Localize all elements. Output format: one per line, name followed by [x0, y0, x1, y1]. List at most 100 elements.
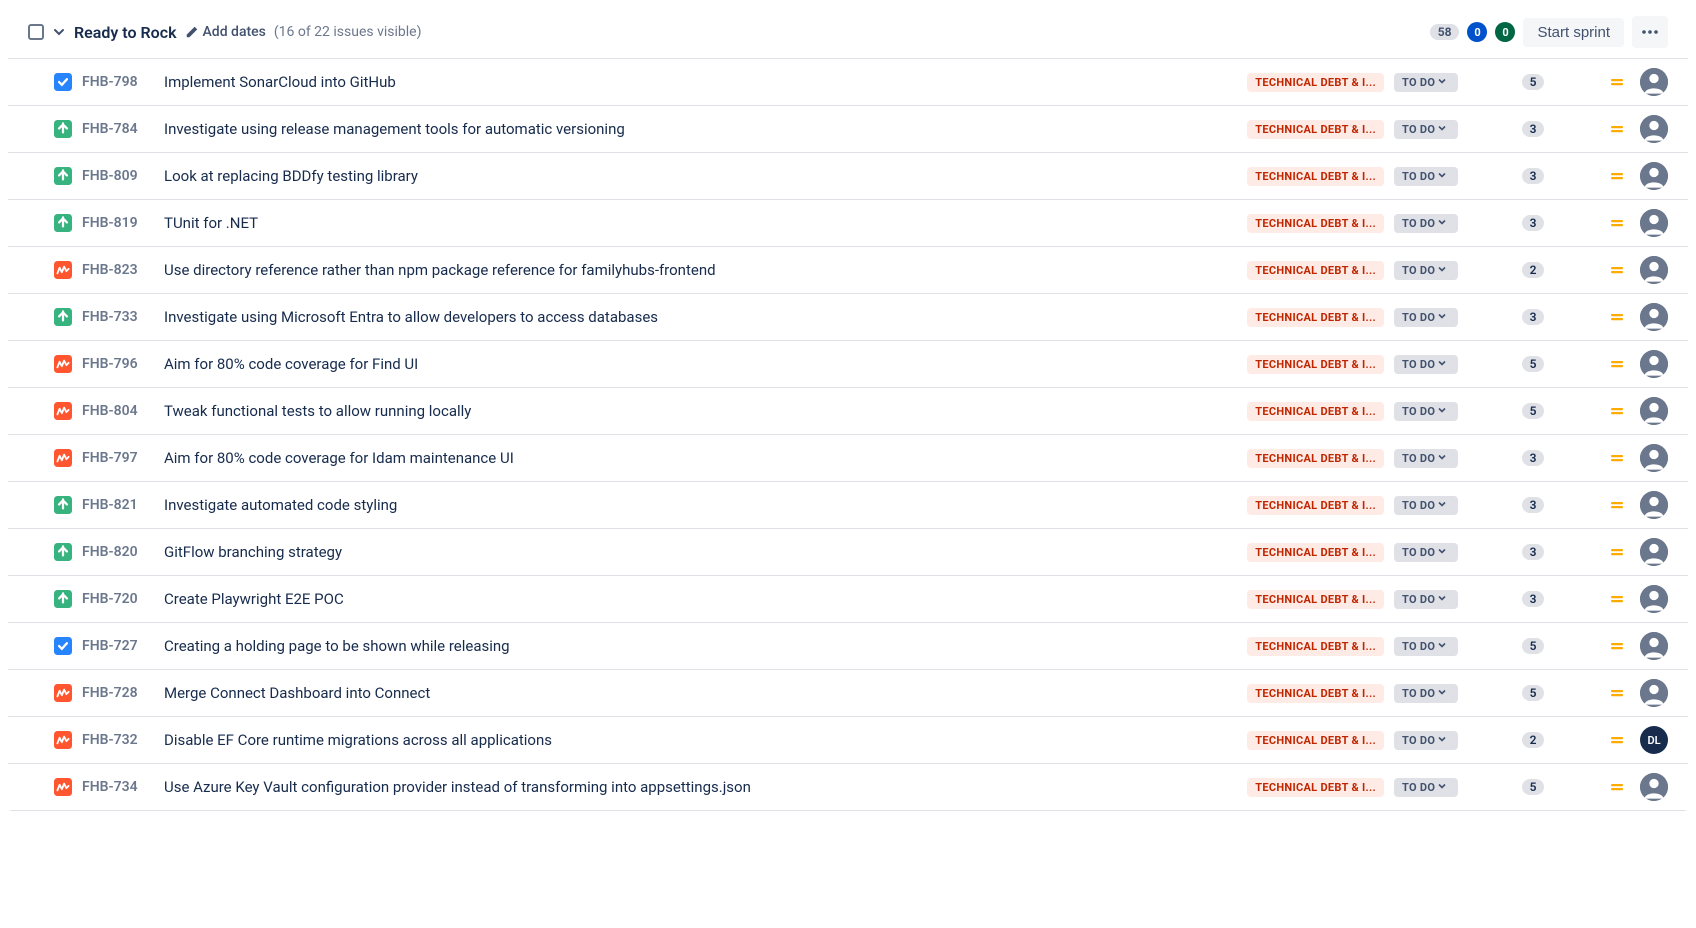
start-sprint-button[interactable]: Start sprint: [1523, 18, 1624, 47]
status-dropdown[interactable]: TO DO: [1394, 120, 1458, 139]
more-actions-button[interactable]: [1632, 16, 1668, 48]
epic-badge[interactable]: TECHNICAL DEBT & I...: [1247, 261, 1384, 280]
issue-summary[interactable]: Investigate using Microsoft Entra to all…: [160, 308, 1237, 326]
issue-row[interactable]: FHB-797 Aim for 80% code coverage for Ida…: [8, 435, 1688, 482]
epic-badge[interactable]: TECHNICAL DEBT & I...: [1247, 308, 1384, 327]
assignee-avatar-unassigned[interactable]: [1640, 209, 1668, 237]
select-all-checkbox[interactable]: [28, 24, 44, 40]
issue-key[interactable]: FHB-820: [82, 544, 150, 560]
issue-key[interactable]: FHB-732: [82, 732, 150, 748]
issue-summary[interactable]: Use Azure Key Vault configuration provid…: [160, 778, 1237, 796]
status-dropdown[interactable]: TO DO: [1394, 214, 1458, 233]
assignee-avatar-unassigned[interactable]: [1640, 350, 1668, 378]
assignee-avatar-unassigned[interactable]: [1640, 773, 1668, 801]
status-dropdown[interactable]: TO DO: [1394, 308, 1458, 327]
status-dropdown[interactable]: TO DO: [1394, 449, 1458, 468]
issue-row[interactable]: FHB-720 Create Playwright E2E POC TECHNICA…: [8, 576, 1688, 623]
add-dates-button[interactable]: Add dates: [185, 24, 266, 40]
issue-key[interactable]: FHB-734: [82, 779, 150, 795]
issue-key[interactable]: FHB-797: [82, 450, 150, 466]
issue-row[interactable]: FHB-784 Investigate using release managem…: [8, 106, 1688, 153]
issue-summary[interactable]: Merge Connect Dashboard into Connect: [160, 684, 1237, 702]
status-dropdown[interactable]: TO DO: [1394, 355, 1458, 374]
issue-summary[interactable]: TUnit for .NET: [160, 214, 1237, 232]
assignee-avatar[interactable]: DL: [1640, 726, 1668, 754]
epic-badge[interactable]: TECHNICAL DEBT & I...: [1247, 214, 1384, 233]
epic-badge[interactable]: TECHNICAL DEBT & I...: [1247, 402, 1384, 421]
assignee-avatar-unassigned[interactable]: [1640, 491, 1668, 519]
sprint-title[interactable]: Ready to Rock: [74, 23, 177, 42]
epic-badge[interactable]: TECHNICAL DEBT & I...: [1247, 496, 1384, 515]
issue-summary[interactable]: Investigate automated code styling: [160, 496, 1237, 514]
status-dropdown[interactable]: TO DO: [1394, 496, 1458, 515]
issue-key[interactable]: FHB-720: [82, 591, 150, 607]
issue-summary[interactable]: Investigate using release management too…: [160, 120, 1237, 138]
issue-summary[interactable]: Tweak functional tests to allow running …: [160, 402, 1237, 420]
issue-row[interactable]: FHB-732 Disable EF Core runtime migration…: [8, 717, 1688, 764]
assignee-avatar-unassigned[interactable]: [1640, 68, 1668, 96]
status-dropdown[interactable]: TO DO: [1394, 402, 1458, 421]
collapse-toggle[interactable]: [52, 25, 66, 39]
issue-key[interactable]: FHB-796: [82, 356, 150, 372]
issue-row[interactable]: FHB-823 Use directory reference rather th…: [8, 247, 1688, 294]
epic-badge[interactable]: TECHNICAL DEBT & I...: [1247, 73, 1384, 92]
assignee-avatar-unassigned[interactable]: [1640, 538, 1668, 566]
assignee-avatar-unassigned[interactable]: [1640, 585, 1668, 613]
issue-row[interactable]: FHB-821 Investigate automated code stylin…: [8, 482, 1688, 529]
issue-key[interactable]: FHB-823: [82, 262, 150, 278]
epic-badge[interactable]: TECHNICAL DEBT & I...: [1247, 590, 1384, 609]
issue-key[interactable]: FHB-809: [82, 168, 150, 184]
issue-row[interactable]: FHB-727 Creating a holding page to be sho…: [8, 623, 1688, 670]
issue-row[interactable]: FHB-728 Merge Connect Dashboard into Conn…: [8, 670, 1688, 717]
issue-row[interactable]: FHB-809 Look at replacing BDDfy testing l…: [8, 153, 1688, 200]
epic-badge[interactable]: TECHNICAL DEBT & I...: [1247, 120, 1384, 139]
status-dropdown[interactable]: TO DO: [1394, 167, 1458, 186]
issue-summary[interactable]: Aim for 80% code coverage for Find UI: [160, 355, 1237, 373]
issue-key[interactable]: FHB-727: [82, 638, 150, 654]
issue-summary[interactable]: Look at replacing BDDfy testing library: [160, 167, 1237, 185]
issue-key[interactable]: FHB-804: [82, 403, 150, 419]
issue-summary[interactable]: Create Playwright E2E POC: [160, 590, 1237, 608]
epic-badge[interactable]: TECHNICAL DEBT & I...: [1247, 637, 1384, 656]
status-dropdown[interactable]: TO DO: [1394, 261, 1458, 280]
issue-key[interactable]: FHB-728: [82, 685, 150, 701]
status-dropdown[interactable]: TO DO: [1394, 731, 1458, 750]
assignee-avatar-unassigned[interactable]: [1640, 256, 1668, 284]
status-dropdown[interactable]: TO DO: [1394, 637, 1458, 656]
epic-badge[interactable]: TECHNICAL DEBT & I...: [1247, 167, 1384, 186]
assignee-avatar-unassigned[interactable]: [1640, 632, 1668, 660]
assignee-avatar-unassigned[interactable]: [1640, 397, 1668, 425]
issue-key[interactable]: FHB-784: [82, 121, 150, 137]
status-dropdown[interactable]: TO DO: [1394, 590, 1458, 609]
issue-row[interactable]: FHB-734 Use Azure Key Vault configuration…: [8, 764, 1688, 811]
epic-badge[interactable]: TECHNICAL DEBT & I...: [1247, 355, 1384, 374]
issue-summary[interactable]: Creating a holding page to be shown whil…: [160, 637, 1237, 655]
status-dropdown[interactable]: TO DO: [1394, 73, 1458, 92]
issue-key[interactable]: FHB-821: [82, 497, 150, 513]
issue-summary[interactable]: GitFlow branching strategy: [160, 543, 1237, 561]
issue-row[interactable]: FHB-820 GitFlow branching strategy TECHNIC…: [8, 529, 1688, 576]
issue-summary[interactable]: Aim for 80% code coverage for Idam maint…: [160, 449, 1237, 467]
assignee-avatar-unassigned[interactable]: [1640, 303, 1668, 331]
status-dropdown[interactable]: TO DO: [1394, 684, 1458, 703]
assignee-avatar-unassigned[interactable]: [1640, 162, 1668, 190]
assignee-avatar-unassigned[interactable]: [1640, 115, 1668, 143]
issue-key[interactable]: FHB-733: [82, 309, 150, 325]
status-dropdown[interactable]: TO DO: [1394, 543, 1458, 562]
status-dropdown[interactable]: TO DO: [1394, 778, 1458, 797]
issue-row[interactable]: FHB-796 Aim for 80% code coverage for Fin…: [8, 341, 1688, 388]
issue-summary[interactable]: Implement SonarCloud into GitHub: [160, 73, 1237, 91]
issue-row[interactable]: FHB-804 Tweak functional tests to allow r…: [8, 388, 1688, 435]
epic-badge[interactable]: TECHNICAL DEBT & I...: [1247, 778, 1384, 797]
issue-row[interactable]: FHB-819 TUnit for .NET TECHNICAL DEBT & I.…: [8, 200, 1688, 247]
epic-badge[interactable]: TECHNICAL DEBT & I...: [1247, 543, 1384, 562]
issue-summary[interactable]: Disable EF Core runtime migrations acros…: [160, 731, 1237, 749]
issue-summary[interactable]: Use directory reference rather than npm …: [160, 261, 1237, 279]
issue-key[interactable]: FHB-798: [82, 74, 150, 90]
assignee-avatar-unassigned[interactable]: [1640, 444, 1668, 472]
epic-badge[interactable]: TECHNICAL DEBT & I...: [1247, 731, 1384, 750]
issue-row[interactable]: FHB-733 Investigate using Microsoft Entra…: [8, 294, 1688, 341]
issue-key[interactable]: FHB-819: [82, 215, 150, 231]
epic-badge[interactable]: TECHNICAL DEBT & I...: [1247, 449, 1384, 468]
assignee-avatar-unassigned[interactable]: [1640, 679, 1668, 707]
